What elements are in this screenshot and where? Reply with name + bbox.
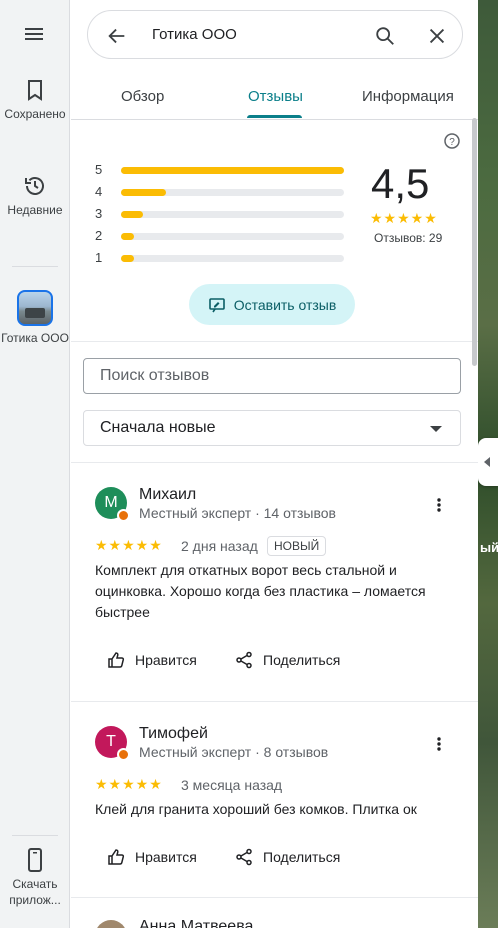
share-label: Поделиться: [263, 849, 341, 865]
divider: [71, 462, 478, 463]
divider: [71, 897, 478, 898]
like-label: Нравится: [135, 849, 197, 865]
review-edit-icon: [208, 297, 225, 312]
rail-download-label: Скачать прилож...: [9, 877, 61, 907]
place-panel: Готика ООО Обзор Отзывы Информация ? 5 4…: [71, 0, 478, 928]
rail-divider-bottom: [12, 835, 58, 836]
rail-saved[interactable]: Сохранено: [0, 78, 70, 122]
bar-star-label: 4: [95, 184, 103, 199]
bar-fill: [121, 189, 166, 196]
left-rail: Сохранено Недавние Готика ООО Скачать пр…: [0, 0, 70, 928]
review-text: Клей для гранита хороший без комков. Пли…: [95, 801, 417, 817]
more-options-icon[interactable]: [433, 736, 445, 752]
bar-star-label: 1: [95, 250, 103, 265]
like-button[interactable]: Нравится: [107, 848, 197, 866]
reviewer-meta: Местный эксперт · 8 отзывов: [139, 744, 329, 760]
more-options-icon[interactable]: [433, 497, 445, 513]
avatar-initial: Т: [106, 733, 116, 750]
phone-icon: [28, 848, 42, 872]
tab-info[interactable]: Информация: [362, 88, 454, 105]
share-label: Поделиться: [263, 652, 341, 668]
scrollbar[interactable]: [472, 118, 477, 366]
rail-recent[interactable]: Недавние: [0, 174, 70, 218]
local-guide-badge-icon: [117, 509, 130, 522]
search-icon[interactable]: [374, 25, 396, 47]
reviewer-avatar[interactable]: [95, 920, 127, 928]
share-icon: [236, 848, 252, 866]
write-review-label: Оставить отзыв: [233, 296, 337, 313]
bar-fill: [121, 211, 144, 218]
sort-label: Сначала новые: [100, 419, 216, 436]
back-arrow-icon[interactable]: [106, 25, 128, 47]
reviewer-name[interactable]: Михаил: [139, 486, 196, 504]
reviewer-name[interactable]: Анна Матвеева: [139, 918, 253, 928]
bar-star-label: 5: [95, 162, 103, 177]
dropdown-arrow-icon: [430, 426, 442, 432]
bar-fill: [121, 255, 135, 262]
bar-track: [121, 167, 344, 174]
divider: [71, 341, 478, 342]
collapse-panel-button[interactable]: [478, 438, 498, 486]
avatar-initial: M: [104, 494, 118, 511]
search-query[interactable]: Готика ООО: [152, 26, 237, 43]
thumbs-up-icon: [108, 652, 125, 668]
rail-place[interactable]: Готика ООО: [0, 290, 70, 346]
place-thumbnail: [17, 290, 53, 326]
divider: [71, 701, 478, 702]
new-badge: НОВЫЙ: [267, 536, 327, 556]
share-button[interactable]: Поделиться: [235, 651, 340, 669]
like-button[interactable]: Нравится: [107, 651, 197, 669]
thumbs-up-icon: [108, 849, 125, 865]
review-stars: ★★★★★: [95, 537, 163, 553]
bar-track: [121, 233, 344, 240]
tab-bar: Обзор Отзывы Информация: [71, 72, 478, 120]
reviews-count: Отзывов: 29: [374, 231, 443, 245]
write-review-button[interactable]: Оставить отзыв: [189, 284, 355, 325]
tab-overview[interactable]: Обзор: [121, 88, 164, 105]
share-button[interactable]: Поделиться: [235, 848, 340, 866]
bar-star-label: 2: [95, 228, 103, 243]
history-icon: [25, 177, 44, 195]
map-label: ый: [480, 540, 498, 555]
help-icon[interactable]: ?: [443, 132, 461, 150]
average-stars: ★★★★★: [370, 210, 438, 226]
close-icon[interactable]: [426, 25, 448, 47]
review-search-input[interactable]: Поиск отзывов: [83, 358, 461, 394]
local-guide-badge-icon: [117, 748, 130, 761]
active-tab-indicator: [247, 115, 302, 118]
bar-track: [121, 189, 344, 196]
average-rating: 4,5: [371, 160, 430, 207]
like-label: Нравится: [135, 652, 197, 668]
bar-track: [121, 255, 344, 262]
review-date: 3 месяца назад: [181, 777, 283, 793]
svg-text:?: ?: [449, 137, 455, 148]
rail-saved-label: Сохранено: [4, 107, 66, 121]
bookmark-icon: [28, 80, 42, 101]
review-stars: ★★★★★: [95, 776, 163, 792]
tab-reviews[interactable]: Отзывы: [248, 88, 303, 105]
rail-place-label: Готика ООО: [1, 331, 69, 345]
review-date: 2 дня назад: [181, 538, 258, 554]
sort-select[interactable]: Сначала новые: [83, 410, 461, 446]
bar-star-label: 3: [95, 206, 103, 221]
reviewer-meta: Местный эксперт · 14 отзывов: [139, 505, 336, 521]
bar-fill: [121, 233, 135, 240]
rail-divider: [12, 266, 58, 267]
menu-icon[interactable]: [23, 24, 47, 44]
rail-recent-label: Недавние: [7, 203, 63, 217]
search-box[interactable]: Готика ООО: [87, 10, 463, 59]
review-text: Комплект для откатных ворот весь стально…: [95, 562, 426, 620]
reviewer-name[interactable]: Тимофей: [139, 725, 208, 743]
bar-fill: [121, 167, 344, 174]
bar-track: [121, 211, 344, 218]
rail-download-app[interactable]: Скачать прилож...: [0, 848, 70, 908]
reviewer-avatar[interactable]: M: [95, 487, 130, 522]
share-icon: [236, 651, 252, 669]
reviewer-avatar[interactable]: Т: [95, 726, 130, 761]
